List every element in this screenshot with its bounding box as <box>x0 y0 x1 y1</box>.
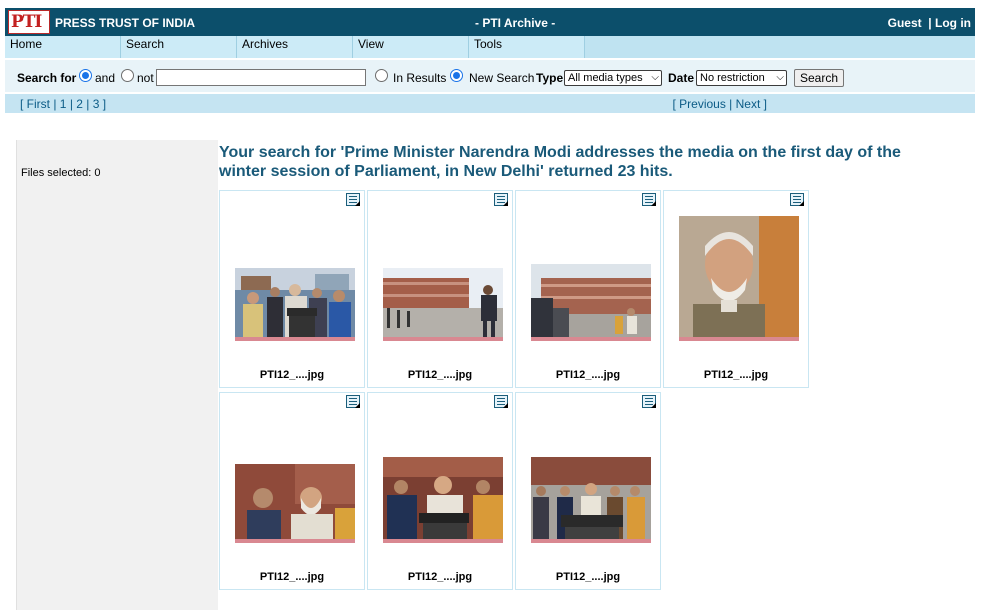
result-thumbnail[interactable]: PTI12_....jpg <box>515 392 661 590</box>
date-select-value: No restriction <box>700 72 765 84</box>
login-link[interactable]: Log in <box>935 16 971 30</box>
type-select-value: All media types <box>568 72 643 84</box>
details-icon[interactable] <box>494 193 508 206</box>
app-title: - PTI Archive - <box>475 16 556 30</box>
result-thumbnail[interactable]: PTI12_....jpg <box>367 392 513 590</box>
date-select[interactable]: No restriction ⌵ <box>696 70 787 86</box>
type-select[interactable]: All media types ⌵ <box>564 70 662 86</box>
menu-tools[interactable]: Tools <box>469 36 585 58</box>
header-separator: | <box>928 16 932 30</box>
new-search-radio[interactable] <box>450 69 463 82</box>
result-thumbnail[interactable]: PTI12_....jpg <box>219 190 365 388</box>
result-thumbnail[interactable]: PTI12_....jpg <box>663 190 809 388</box>
result-thumbnail[interactable]: PTI12_....jpg <box>515 190 661 388</box>
details-icon[interactable] <box>790 193 804 206</box>
files-selected-count: Files selected: 0 <box>21 167 101 179</box>
details-icon[interactable] <box>346 395 360 408</box>
details-icon[interactable] <box>494 395 508 408</box>
search-button[interactable]: Search <box>794 69 844 87</box>
in-results-label: In Results <box>393 71 447 85</box>
page-link-2[interactable]: 2 <box>76 97 83 111</box>
type-label: Type <box>536 71 564 85</box>
thumbnail-image[interactable] <box>235 464 355 543</box>
thumbnail-image[interactable] <box>383 457 503 543</box>
logo-text: PTI <box>11 12 42 32</box>
thumbnail-image[interactable] <box>679 216 799 341</box>
chevron-down-icon: ⌵ <box>651 72 659 83</box>
thumbnail-image[interactable] <box>531 264 651 341</box>
next-page-link[interactable]: Next <box>736 97 761 111</box>
user-area: Guest | Log in <box>888 16 971 30</box>
result-thumbnail[interactable]: PTI12_....jpg <box>219 392 365 590</box>
menu-home[interactable]: Home <box>5 36 121 58</box>
pagination-bar: [ First | 1 | 2 | 3 ] [ Previous | Next … <box>5 94 975 113</box>
not-label: not <box>137 71 154 85</box>
pager-right: [ Previous | Next ] <box>672 97 767 111</box>
menu-view[interactable]: View <box>353 36 469 58</box>
and-label: and <box>95 71 116 85</box>
date-label: Date <box>668 71 695 85</box>
thumbnail-image[interactable] <box>531 457 651 543</box>
thumbnail-filename[interactable]: PTI12_....jpg <box>368 571 512 583</box>
search-result-message: Your search for 'Prime Minister Narendra… <box>219 144 901 180</box>
thumbnail-filename[interactable]: PTI12_....jpg <box>220 571 364 583</box>
menu-search[interactable]: Search <box>121 36 237 58</box>
pti-logo: PTI <box>8 10 50 34</box>
page-link-1[interactable]: 1 <box>60 97 67 111</box>
thumbnail-image[interactable] <box>383 268 503 341</box>
thumbnail-filename[interactable]: PTI12_....jpg <box>368 369 512 381</box>
thumbnail-filename[interactable]: PTI12_....jpg <box>516 369 660 381</box>
selection-sidebar: Files selected: 0 <box>16 140 218 610</box>
guest-label: Guest <box>887 16 922 30</box>
not-radio[interactable] <box>121 69 134 82</box>
main-menu: Home Search Archives View Tools <box>5 36 975 58</box>
previous-page-link[interactable]: Previous <box>679 97 726 111</box>
thumbnail-filename[interactable]: PTI12_....jpg <box>664 369 808 381</box>
page-link-3[interactable]: 3 <box>93 97 100 111</box>
search-bar: Search for and not In Results New Search… <box>5 60 975 92</box>
details-icon[interactable] <box>346 193 360 206</box>
thumbnail-filename[interactable]: PTI12_....jpg <box>516 571 660 583</box>
details-icon[interactable] <box>642 395 656 408</box>
thumbnail-image[interactable] <box>235 268 355 341</box>
new-search-label: New Search <box>469 71 535 85</box>
in-results-radio[interactable] <box>375 69 388 82</box>
search-for-label: Search for <box>17 71 77 85</box>
pager-left: [ First | 1 | 2 | 3 ] <box>20 97 107 111</box>
menu-archives[interactable]: Archives <box>237 36 353 58</box>
search-input[interactable] <box>156 69 366 86</box>
and-radio[interactable] <box>79 69 92 82</box>
brand-name: PRESS TRUST OF INDIA <box>55 16 196 30</box>
details-icon[interactable] <box>642 193 656 206</box>
chevron-down-icon: ⌵ <box>776 72 784 83</box>
first-page-link[interactable]: First <box>27 97 50 111</box>
thumbnail-filename[interactable]: PTI12_....jpg <box>220 369 364 381</box>
top-header: PTI PRESS TRUST OF INDIA - PTI Archive -… <box>5 8 975 36</box>
result-thumbnail[interactable]: PTI12_....jpg <box>367 190 513 388</box>
